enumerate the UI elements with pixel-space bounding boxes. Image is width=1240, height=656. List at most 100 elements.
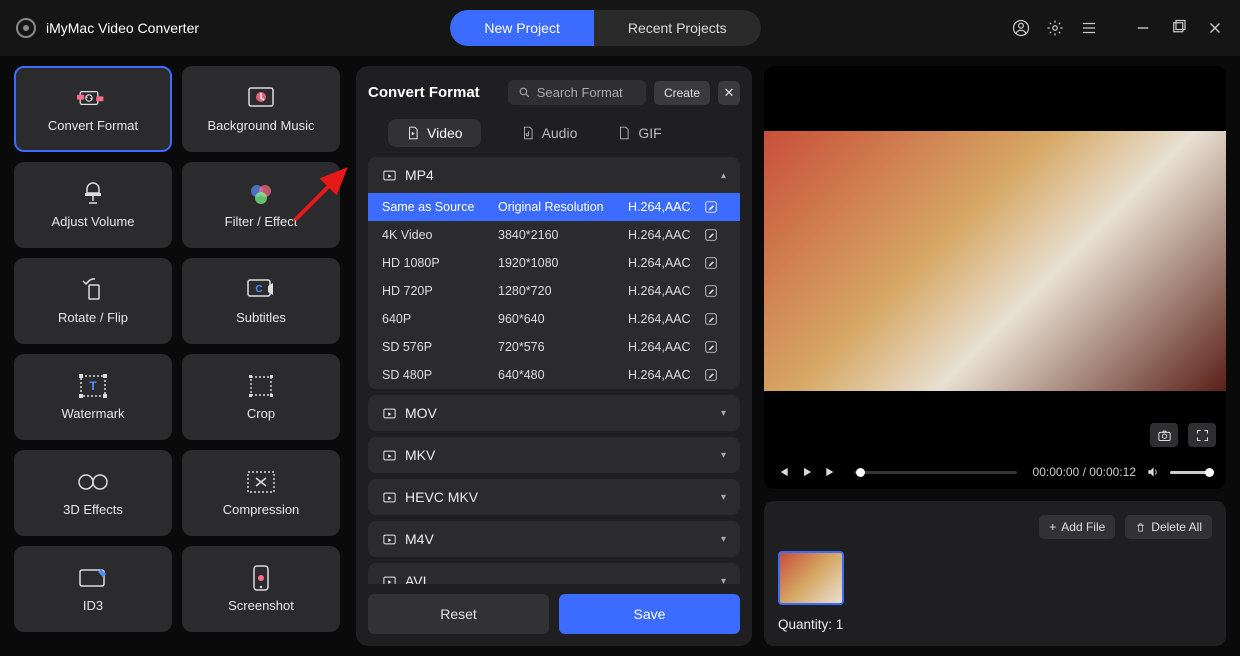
format-resolution: 960*640 [498,312,628,326]
tool-watermark[interactable]: TWatermark [14,354,172,440]
format-resolution: 1280*720 [498,284,628,298]
format-row[interactable]: SD 576P720*576H.264,AAC [368,333,740,361]
tool-screenshot[interactable]: Screenshot [182,546,340,632]
tool-3d-effects[interactable]: 3D Effects [14,450,172,536]
edit-icon[interactable] [704,312,718,326]
format-icon [382,168,397,183]
tool-label: ID3 [83,598,103,613]
format-codec: H.264,AAC [628,368,704,382]
edit-icon[interactable] [704,340,718,354]
format-label: SD 480P [382,368,498,382]
account-icon[interactable] [1012,19,1030,37]
edit-icon[interactable] [704,200,718,214]
reset-button[interactable]: Reset [368,594,549,634]
recent-projects-tab[interactable]: Recent Projects [594,10,761,46]
tab-video[interactable]: Video [388,119,481,147]
tool-id3[interactable]: ID3 [14,546,172,632]
format-row[interactable]: HD 1080P1920*1080H.264,AAC [368,249,740,277]
format-heading: Convert Format [368,84,480,101]
fullscreen-icon[interactable] [1188,423,1216,447]
minimize-icon[interactable] [1134,19,1152,37]
tools-panel: Convert Format Background Music Adjust Vol… [14,66,344,646]
next-button[interactable] [824,465,838,479]
snapshot-icon[interactable] [1150,423,1178,447]
format-group-mov[interactable]: MOV▾ [368,395,740,431]
format-row[interactable]: SD 480P640*480H.264,AAC [368,361,740,389]
tool-subtitles[interactable]: CSubtitles [182,258,340,344]
filter-icon [245,182,277,206]
file-thumbnail[interactable] [778,551,844,605]
tab-audio[interactable]: Audio [521,119,578,147]
format-resolution: 1920*1080 [498,256,628,270]
format-label: 4K Video [382,228,498,242]
format-row[interactable]: 640P960*640H.264,AAC [368,305,740,333]
tool-compression[interactable]: Compression [182,450,340,536]
search-icon [518,86,531,99]
quantity-label: Quantity: 1 [778,617,1212,632]
format-group-mkv[interactable]: MKV▾ [368,437,740,473]
screenshot-icon [245,566,277,590]
close-panel-button[interactable]: ✕ [718,81,740,105]
tool-label: 3D Effects [63,502,123,517]
search-input[interactable]: Search Format [508,80,646,105]
music-icon [245,86,277,110]
tool-crop[interactable]: Crop [182,354,340,440]
volume-track[interactable] [1170,471,1214,474]
format-codec: H.264,AAC [628,284,704,298]
tool-convert-format[interactable]: Convert Format [14,66,172,152]
save-button[interactable]: Save [559,594,740,634]
tool-label: Compression [223,502,300,517]
app-logo-icon [16,18,36,38]
edit-icon[interactable] [704,256,718,270]
format-codec: H.264,AAC [628,200,704,214]
new-project-tab[interactable]: New Project [450,10,593,46]
tool-label: Screenshot [228,598,294,613]
3d-icon [77,470,109,494]
time-display: 00:00:00 / 00:00:12 [1033,465,1136,479]
volume-icon[interactable] [1146,465,1160,479]
format-codec: H.264,AAC [628,340,704,354]
tool-label: Rotate / Flip [58,310,128,325]
format-group-avi[interactable]: AVI▾ [368,563,740,584]
svg-text:C: C [255,284,262,295]
menu-icon[interactable] [1080,19,1098,37]
format-group-mp4[interactable]: MP4▾ [368,157,740,193]
tool-filter-effect[interactable]: Filter / Effect [182,162,340,248]
maximize-icon[interactable] [1170,19,1188,37]
tool-background-music[interactable]: Background Music [182,66,340,152]
edit-icon[interactable] [704,284,718,298]
tool-label: Crop [247,406,275,421]
play-button[interactable] [800,465,814,479]
format-row[interactable]: HD 720P1280*720H.264,AAC [368,277,740,305]
format-group-hevc-mkv[interactable]: HEVC MKV▾ [368,479,740,515]
format-icon [382,574,397,585]
format-codec: H.264,AAC [628,312,704,326]
format-label: HD 720P [382,284,498,298]
edit-icon[interactable] [704,228,718,242]
tool-label: Background Music [208,118,315,133]
tool-adjust-volume[interactable]: Adjust Volume [14,162,172,248]
format-row[interactable]: 4K Video3840*2160H.264,AAC [368,221,740,249]
project-nav: New Project Recent Projects [450,10,760,46]
gear-icon[interactable] [1046,19,1064,37]
close-icon[interactable] [1206,19,1224,37]
tool-rotate-flip[interactable]: Rotate / Flip [14,258,172,344]
create-button[interactable]: Create [654,81,710,105]
format-row[interactable]: Same as SourceOriginal ResolutionH.264,A… [368,193,740,221]
format-icon [382,448,397,463]
format-resolution: 720*576 [498,340,628,354]
search-placeholder: Search Format [537,85,623,100]
delete-all-button[interactable]: Delete All [1125,515,1212,539]
audio-file-icon [521,126,535,140]
format-group-m4v[interactable]: M4V▾ [368,521,740,557]
edit-icon[interactable] [704,368,718,382]
tool-label: Watermark [61,406,124,421]
tab-gif[interactable]: GIF [617,119,661,147]
gif-file-icon [617,126,631,140]
format-icon [382,406,397,421]
add-file-button[interactable]: +Add File [1039,515,1115,539]
prev-button[interactable] [776,465,790,479]
progress-track[interactable] [854,471,1017,474]
video-frame [764,131,1226,391]
volume-icon [77,182,109,206]
